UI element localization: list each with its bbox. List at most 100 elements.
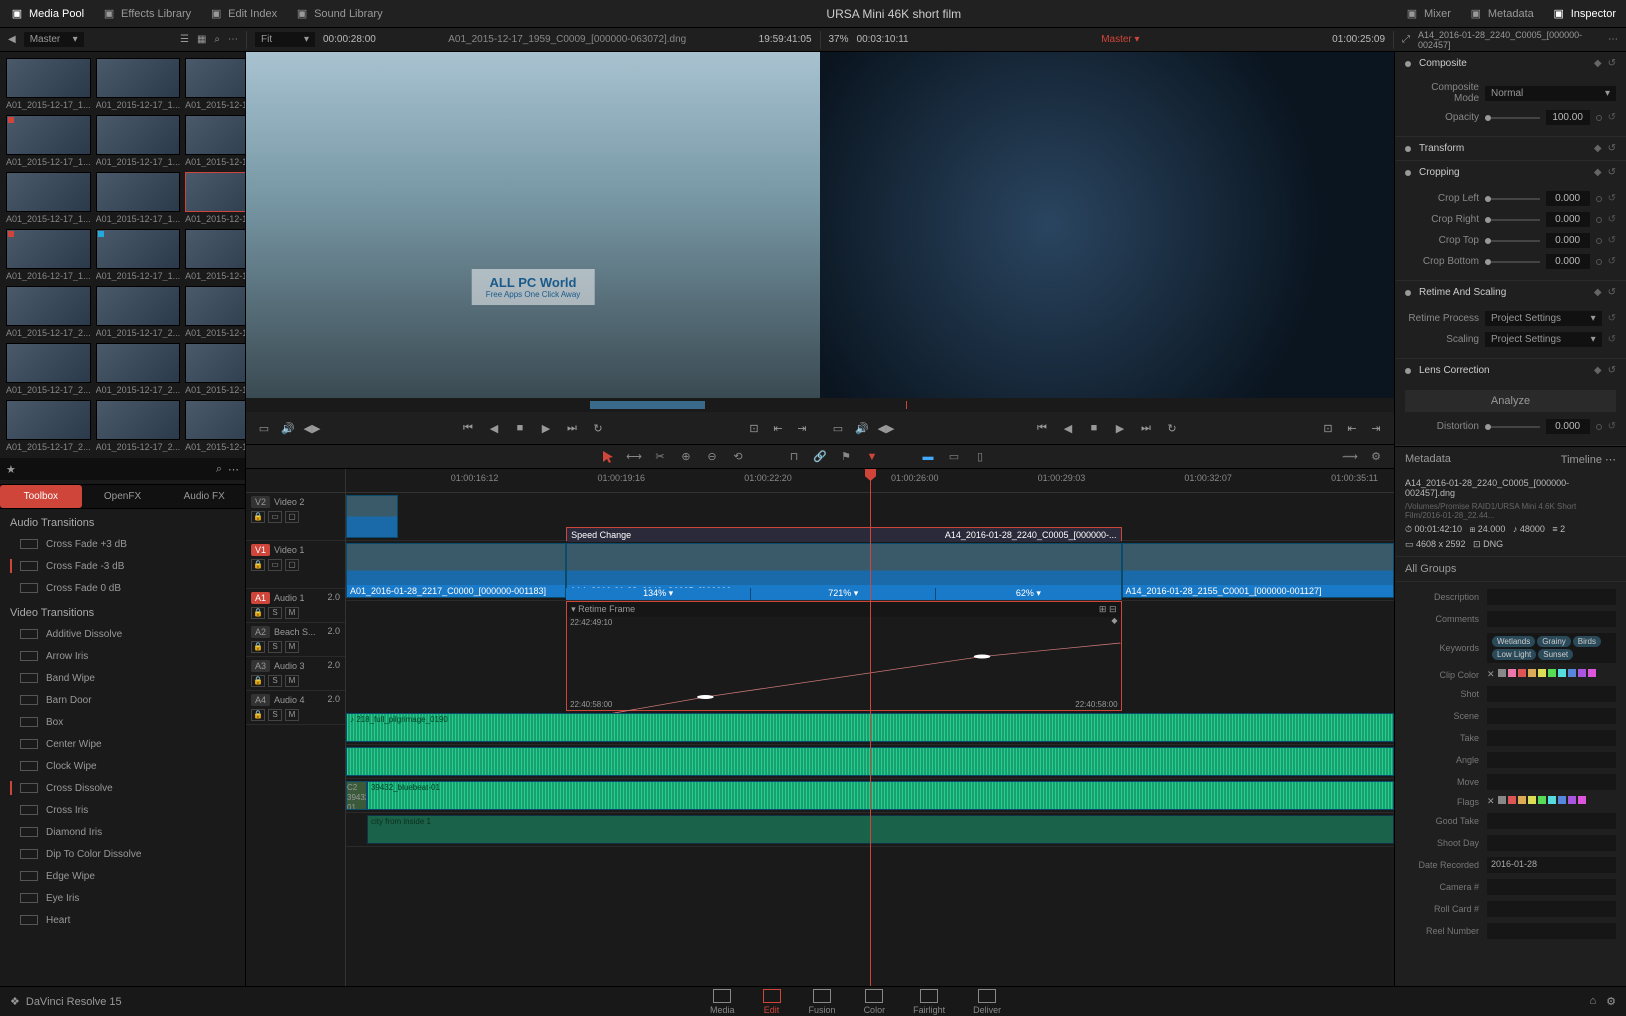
metadata-input[interactable] (1487, 708, 1616, 724)
timeline-viewer-frame[interactable] (820, 52, 1394, 398)
keyframe-toggle[interactable] (1596, 196, 1602, 202)
overwrite-tool[interactable]: ⊖ (704, 449, 720, 465)
reset-icon[interactable]: ↺ (1608, 365, 1616, 376)
bin-dropdown[interactable]: Master▾ (24, 32, 84, 47)
page-deliver[interactable]: Deliver (973, 989, 1001, 1015)
keyword-tag[interactable]: Birds (1573, 636, 1601, 647)
keyframe-icon[interactable]: ◆ (1594, 365, 1602, 376)
effects-tab-openfx[interactable]: OpenFX (82, 485, 164, 508)
effect-item[interactable]: Center Wipe (0, 733, 245, 755)
effect-item[interactable]: Cross Fade 0 dB (0, 577, 245, 599)
reset-icon[interactable]: ↺ (1608, 313, 1616, 324)
viewer-mode-icon[interactable]: ▭ (256, 420, 272, 436)
media-clip-thumb[interactable]: A01_2015-12-17_1... (96, 172, 181, 224)
media-clip-thumb[interactable]: A01_2015-12-17_2... (6, 400, 91, 452)
color-swatch[interactable] (1498, 669, 1506, 677)
audio-clip[interactable]: C2 39432_bluebeat-01 (346, 781, 367, 810)
media-clip-thumb[interactable]: A01_2015-12-17_1... (96, 115, 181, 167)
color-swatch[interactable] (1508, 796, 1516, 804)
timeline-tracks[interactable]: 01:00:16:1201:00:19:1601:00:22:2001:00:2… (346, 469, 1394, 986)
inspector-section-composite[interactable]: Composite◆↺ (1395, 52, 1626, 75)
effect-item[interactable]: Dip To Color Dissolve (0, 843, 245, 865)
metadata-input[interactable] (1487, 835, 1616, 851)
stop-button[interactable]: ■ (1086, 420, 1102, 436)
solo-toggle[interactable]: S (268, 607, 282, 619)
media-clip-thumb[interactable]: A01_2015-12-17_1... (96, 229, 181, 281)
solo-toggle[interactable]: S (268, 675, 282, 687)
inspector-section-retime[interactable]: Retime And Scaling◆↺ (1395, 281, 1626, 304)
out-point-icon[interactable]: ⇥ (794, 420, 810, 436)
preferences-icon[interactable]: ⚙ (1606, 995, 1616, 1008)
page-edit[interactable]: Edit (763, 989, 781, 1015)
color-swatch[interactable] (1518, 796, 1526, 804)
auto-select-toggle[interactable]: ▭ (268, 559, 282, 571)
first-frame-button[interactable]: ⏮ (1034, 420, 1050, 436)
analyze-button[interactable]: Analyze (1405, 390, 1616, 412)
effect-item[interactable]: Cross Iris (0, 799, 245, 821)
link-toggle[interactable]: 🔗 (812, 449, 828, 465)
inspector-section-lens[interactable]: Lens Correction◆↺ (1395, 359, 1626, 382)
effect-item[interactable]: Box (0, 711, 245, 733)
viewer-mode-icon[interactable]: ▭ (830, 420, 846, 436)
metadata-input[interactable] (1487, 901, 1616, 917)
color-swatch[interactable] (1558, 796, 1566, 804)
effect-item[interactable]: Clock Wipe (0, 755, 245, 777)
match-frame-icon[interactable]: ⊡ (1320, 420, 1336, 436)
media-clip-thumb[interactable]: A01_2015-12-17_1... (6, 115, 91, 167)
project-settings-icon[interactable]: ⌂ (1589, 995, 1596, 1008)
timeline-scrub-bar[interactable] (820, 398, 1394, 412)
keyword-tag[interactable]: Wetlands (1492, 636, 1535, 647)
in-out-icon[interactable]: ◀▶ (878, 420, 894, 436)
keyframe-toggle[interactable] (1596, 217, 1602, 223)
media-clip-thumb[interactable]: A01_2015-12-17_2... (96, 343, 181, 395)
color-swatch[interactable] (1518, 669, 1526, 677)
media-clip-thumb[interactable]: A01_2015-12-17_2... (185, 400, 245, 452)
fit-dropdown[interactable]: Fit▾ (255, 32, 315, 47)
keyframe-icon[interactable]: ◆ (1594, 167, 1602, 178)
clip-view-small[interactable]: ▬ (920, 449, 936, 465)
timeline-zoom[interactable]: 37% (829, 34, 849, 45)
audio-track-header[interactable]: A2Beach S...2.0🔒SM (246, 623, 345, 657)
keywords-input[interactable]: WetlandsGrainyBirdsLow LightSunset (1487, 633, 1616, 663)
effects-tab-audio-fx[interactable]: Audio FX (163, 485, 245, 508)
color-swatch[interactable] (1578, 796, 1586, 804)
video-clip[interactable]: A14_2016-01-28_2155_C0001_[000000-001127… (1122, 543, 1394, 598)
effect-item[interactable]: Edge Wipe (0, 865, 245, 887)
reset-icon[interactable]: ↺ (1608, 112, 1616, 123)
effect-item[interactable]: Arrow Iris (0, 645, 245, 667)
media-clip-thumb[interactable]: A01_2015-12-17_2... (6, 343, 91, 395)
color-swatch[interactable] (1528, 669, 1536, 677)
audio-track-header[interactable]: A4Audio 42.0🔒SM (246, 691, 345, 725)
lock-icon[interactable]: 🔒 (251, 607, 265, 619)
media-clip-thumb[interactable]: A01_2016-12-17_1... (6, 229, 91, 281)
reset-icon[interactable]: ↺ (1608, 143, 1616, 154)
media-clip-thumb[interactable]: A01_2015-12-17_2... (185, 286, 245, 338)
effect-item[interactable]: Cross Dissolve (0, 777, 245, 799)
lock-icon[interactable]: 🔒 (251, 559, 265, 571)
keyword-tag[interactable]: Grainy (1537, 636, 1571, 647)
flag-tool[interactable]: ⚑ (838, 449, 854, 465)
keyframe-toggle[interactable] (1596, 259, 1602, 265)
last-frame-button[interactable]: ⏭ (564, 420, 580, 436)
in-out-icon[interactable]: ◀▶ (304, 420, 320, 436)
lock-icon[interactable]: 🔒 (251, 641, 265, 653)
metadata-input[interactable] (1487, 611, 1616, 627)
keyframe-icon[interactable]: ◆ (1594, 143, 1602, 154)
metadata-group[interactable]: All Groups (1395, 556, 1626, 582)
timeline-name-dropdown[interactable]: Master ▾ (917, 34, 1325, 45)
effect-item[interactable]: Eye Iris (0, 887, 245, 909)
color-swatch[interactable] (1548, 796, 1556, 804)
color-swatch[interactable] (1498, 796, 1506, 804)
value-input[interactable]: 100.00 (1546, 110, 1590, 125)
selection-tool[interactable] (600, 449, 616, 465)
clip-view-large[interactable]: ▯ (972, 449, 988, 465)
metadata-input[interactable] (1487, 879, 1616, 895)
audio-clip[interactable]: city from inside 1 (367, 815, 1394, 844)
effects-tab-toolbox[interactable]: Toolbox (0, 485, 82, 508)
media-clip-thumb[interactable]: A01_2015-12-17_2... (185, 343, 245, 395)
color-swatch[interactable] (1528, 796, 1536, 804)
keyframe-toggle[interactable] (1596, 238, 1602, 244)
metadata-input[interactable] (1487, 813, 1616, 829)
insert-tool[interactable]: ⊕ (678, 449, 694, 465)
value-input[interactable]: 0.000 (1546, 212, 1590, 227)
